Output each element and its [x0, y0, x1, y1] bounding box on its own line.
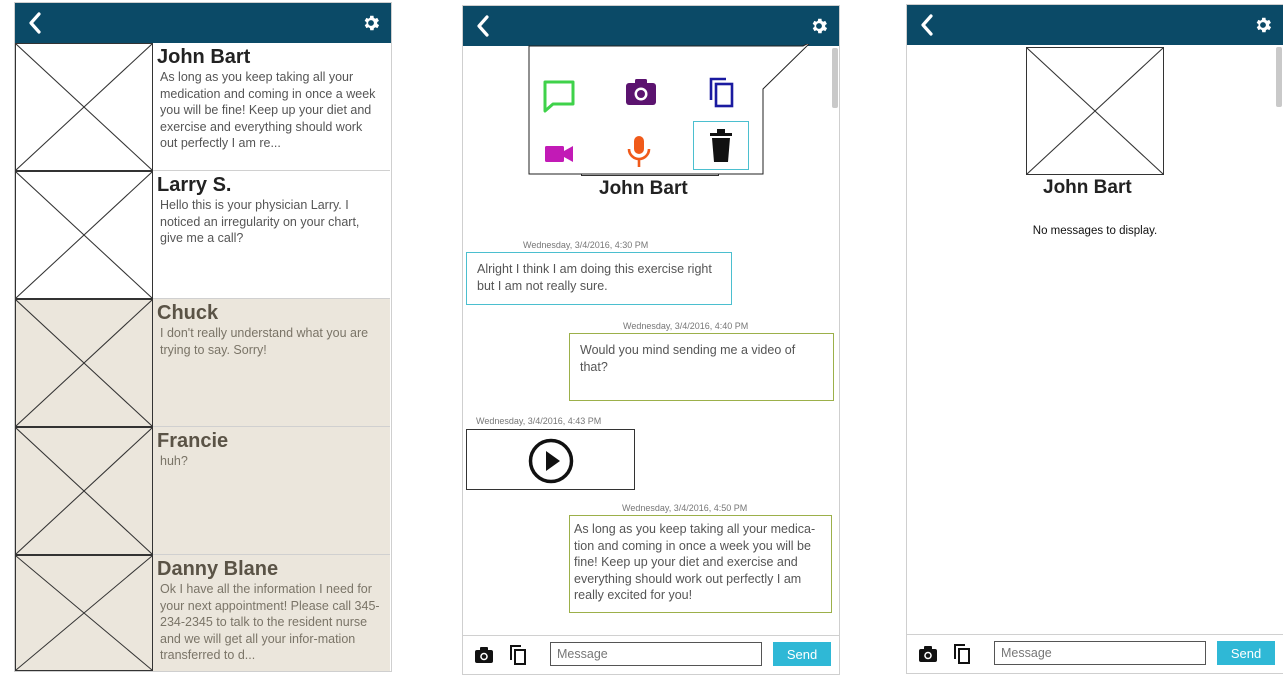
- top-bar: [15, 3, 391, 43]
- top-bar: [907, 5, 1283, 45]
- message-composer: Send: [463, 635, 839, 674]
- play-icon[interactable]: [528, 438, 574, 484]
- top-bar: [463, 6, 839, 46]
- chat-title: John Bart: [599, 178, 688, 199]
- message-timestamp: Wednesday, 3/4/2016, 4:30 PM: [523, 240, 649, 250]
- list-item[interactable]: John Bart As long as you keep taking all…: [15, 43, 390, 171]
- copy-icon[interactable]: [703, 74, 739, 110]
- message-timestamp: Wednesday, 3/4/2016, 4:43 PM: [476, 416, 602, 426]
- back-icon[interactable]: [15, 3, 55, 43]
- message-input[interactable]: [550, 642, 762, 666]
- message-input[interactable]: [994, 641, 1206, 665]
- message-bubble[interactable]: As long as you keep taking all your medi…: [569, 515, 832, 613]
- copy-icon[interactable]: [951, 643, 973, 665]
- list-item[interactable]: Danny Blane Ok I have all the informatio…: [15, 555, 390, 671]
- contact-name: John Bart: [157, 46, 251, 68]
- microphone-icon[interactable]: [621, 132, 657, 172]
- camera-icon[interactable]: [917, 643, 939, 665]
- message-timestamp: Wednesday, 3/4/2016, 4:50 PM: [622, 503, 748, 513]
- scrollbar[interactable]: [832, 48, 838, 108]
- contact-avatar: [15, 299, 153, 427]
- contact-preview: I don't really understand what you are t…: [160, 326, 369, 357]
- list-item[interactable]: Chuck I don't really understand what you…: [15, 299, 390, 427]
- contact-name: Chuck: [157, 302, 219, 324]
- chat-screen: John Bart Wednesday, 3/4/2016, 4:30 PM A…: [462, 5, 840, 675]
- camera-icon[interactable]: [623, 74, 659, 110]
- copy-icon[interactable]: [507, 644, 529, 666]
- contact-name: Danny Blane: [157, 558, 279, 580]
- empty-state-text: No messages to display.: [1032, 225, 1158, 237]
- empty-chat-screen: John Bart No messages to display. Send: [906, 4, 1283, 674]
- video-icon[interactable]: [541, 136, 577, 172]
- contact-preview: Hello this is your physician Larry. I no…: [160, 198, 360, 245]
- contact-name: Larry S.: [157, 174, 232, 196]
- contact-list-screen: John Bart As long as you keep taking all…: [14, 2, 392, 672]
- gear-icon[interactable]: [799, 6, 839, 46]
- contact-avatar: [15, 555, 153, 671]
- gear-icon[interactable]: [351, 3, 391, 43]
- contact-preview: As long as you keep taking all your medi…: [160, 70, 376, 150]
- camera-icon[interactable]: [473, 644, 495, 666]
- list-item[interactable]: Francie huh?: [15, 427, 390, 555]
- back-icon[interactable]: [463, 6, 503, 46]
- back-icon[interactable]: [907, 5, 947, 45]
- contact-name: Francie: [157, 430, 229, 452]
- contact-avatar: [15, 171, 153, 299]
- video-message[interactable]: [466, 429, 635, 490]
- message-bubble[interactable]: Would you mind sending me a video of tha…: [569, 333, 834, 401]
- contact-preview: Ok I have all the information I need for…: [160, 582, 380, 662]
- contact-avatar: [15, 43, 153, 171]
- scrollbar[interactable]: [1276, 47, 1282, 107]
- contact-preview: huh?: [160, 454, 188, 468]
- attach-menu: [523, 44, 823, 179]
- list-item[interactable]: Larry S. Hello this is your physician La…: [15, 171, 390, 299]
- message-icon[interactable]: [541, 78, 577, 114]
- gear-icon[interactable]: [1243, 5, 1283, 45]
- message-bubble[interactable]: Alright I think I am doing this exercise…: [466, 252, 732, 305]
- contact-avatar: [15, 427, 153, 555]
- message-timestamp: Wednesday, 3/4/2016, 4:40 PM: [623, 321, 749, 331]
- message-composer: Send: [907, 634, 1283, 673]
- send-button[interactable]: Send: [1217, 641, 1275, 665]
- send-button[interactable]: Send: [773, 642, 831, 666]
- trash-icon[interactable]: [693, 121, 749, 170]
- chat-title: John Bart: [1043, 177, 1132, 198]
- chat-avatar: [1026, 47, 1164, 175]
